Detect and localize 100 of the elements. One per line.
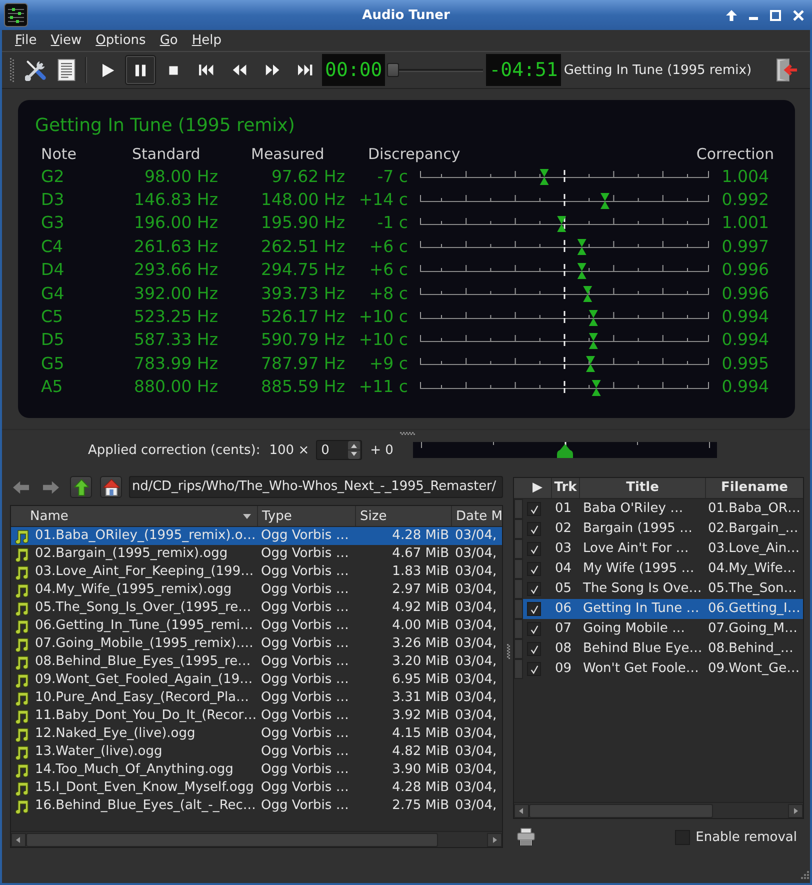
file-type: Ogg Vorbis … <box>260 545 350 563</box>
printer-icon[interactable] <box>517 828 535 846</box>
row-handle[interactable] <box>514 559 523 579</box>
toolbar-grip-icon[interactable] <box>10 58 14 82</box>
file-date: 03/04, <box>454 599 498 617</box>
scroll-right-icon[interactable] <box>788 804 803 818</box>
measured-frequency: 262.51 Hz <box>260 236 345 257</box>
row-handle[interactable] <box>514 579 523 599</box>
file-name: 11.Baby_Dont_You_Do_It_(Recor… <box>35 707 257 725</box>
checkbox[interactable] <box>527 562 541 576</box>
pause-button[interactable] <box>125 55 156 85</box>
row-handle[interactable] <box>514 519 523 539</box>
checkbox[interactable] <box>527 622 541 636</box>
checkbox[interactable] <box>527 522 541 536</box>
menu-item[interactable]: File <box>8 33 44 48</box>
minimize-icon[interactable] <box>749 16 758 20</box>
scroll-right-icon[interactable] <box>487 832 502 846</box>
maximize-icon[interactable] <box>770 10 781 20</box>
home-button[interactable] <box>100 476 122 498</box>
row-handle[interactable] <box>514 499 523 519</box>
file-row[interactable]: 08.Behind_Blue_Eyes_(1995_re… Ogg Vorbis … 3.20 MiB 03/04, <box>11 653 502 671</box>
checkbox[interactable] <box>527 542 541 556</box>
playlist-row[interactable]: 09 Won't Get Foole… 09.Wont_Ge… <box>514 659 803 679</box>
file-row[interactable]: 10.Pure_And_Easy_(Record_Pla… Ogg Vorbis … 3.31 MiB 03/04, <box>11 689 502 707</box>
scrollbar-thumb[interactable] <box>26 832 438 846</box>
file-row[interactable]: 16.Behind_Blue_Eyes_(alt_-_Rec… Ogg Vorbis … 2.75 MiB 03/04, <box>11 797 502 815</box>
measured-frequency: 97.62 Hz <box>271 166 345 187</box>
up-down-arrows-icon[interactable] <box>348 441 360 459</box>
file-row[interactable]: 07.Going_Mobile_(1995_remix).… Ogg Vorbis … 3.26 MiB 03/04, <box>11 635 502 653</box>
measured-frequency: 393.73 Hz <box>260 284 345 304</box>
playlist-row[interactable]: 05 The Song Is Ove… 05.The_Son… <box>514 579 803 599</box>
playlist-row[interactable]: 02 Bargain (1995 … 02.Bargain_… <box>514 519 803 539</box>
menu-item[interactable]: Options <box>88 33 153 48</box>
playlist-row[interactable]: 07 Going Mobile … 07.Going_M… <box>514 619 803 639</box>
file-row[interactable]: 01.Baba_ORiley_(1995_remix).o… Ogg Vorbis … 4.28 MiB 03/04, <box>11 527 502 545</box>
splitter-grip-icon[interactable] <box>400 432 414 435</box>
checkbox[interactable] <box>527 602 541 616</box>
playlist-row[interactable]: 04 My Wife (1995 … 04.My_Wife… <box>514 559 803 579</box>
playlist-row[interactable]: 03 Love Ain't For … 03.Love_Ain… <box>514 539 803 559</box>
file-type: Ogg Vorbis … <box>260 671 350 689</box>
checkbox[interactable] <box>527 642 541 656</box>
row-handle[interactable] <box>514 639 523 659</box>
row-handle[interactable] <box>514 539 523 559</box>
playlist-row[interactable]: 01 Baba O'Riley … 01.Baba_OR… <box>514 499 803 519</box>
column-header[interactable]: Type <box>257 506 355 526</box>
file-row[interactable]: 03.Love_Aint_For_Keeping_(199… Ogg Vorbis … 1.83 MiB 03/04, <box>11 563 502 581</box>
playlist-row[interactable]: 08 Behind Blue Eye… 08.Behind_… <box>514 639 803 659</box>
file-row[interactable]: 15.I_Dont_Even_Know_Myself.ogg Ogg Vorbis … 4.28 MiB 03/04, <box>11 779 502 797</box>
row-handle[interactable] <box>514 619 523 639</box>
column-header[interactable]: Size <box>355 506 451 526</box>
correction-factor: 0.994 <box>722 330 770 350</box>
path-field[interactable]: nd/CD_rips/Who/The_Who-Whos_Next_-_1995_Remaster/ <box>129 476 503 498</box>
resize-grip-icon[interactable] <box>799 871 809 881</box>
file-row[interactable]: 04.My_Wife_(1995_remix).ogg Ogg Vorbis … 2.97 MiB 03/04, <box>11 581 502 599</box>
slider-thumb[interactable] <box>387 63 400 77</box>
file-name: 09.Wont_Get_Fooled_Again_(19… <box>35 671 253 689</box>
arrow-up-icon[interactable] <box>726 10 737 20</box>
scroll-left-icon[interactable] <box>11 832 26 846</box>
playlist-row[interactable]: 06 Getting In Tune … 06.Getting_I… <box>514 599 803 619</box>
file-row[interactable]: 09.Wont_Get_Fooled_Again_(19… Ogg Vorbis … 6.95 MiB 03/04, <box>11 671 502 689</box>
track-title: My Wife (1995 … <box>582 560 696 578</box>
checkmark-icon <box>530 544 538 554</box>
checkbox[interactable] <box>527 582 541 596</box>
file-row[interactable]: 05.The_Song_Is_Over_(1995_re… Ogg Vorbis … 4.92 MiB 03/04, <box>11 599 502 617</box>
play-icon <box>100 62 115 78</box>
file-row[interactable]: 06.Getting_In_Tune_(1995_remi… Ogg Vorbis … 4.00 MiB 03/04, <box>11 617 502 635</box>
file-date: 03/04, <box>454 635 498 653</box>
scroll-left-icon[interactable] <box>514 804 529 818</box>
discrepancy-value: -1 c <box>377 213 408 234</box>
column-header[interactable]: Filename <box>705 478 803 498</box>
menu-item[interactable]: Help <box>184 33 229 48</box>
row-handle[interactable] <box>514 599 523 619</box>
column-header[interactable]: ▶ <box>514 478 551 498</box>
checkbox-label[interactable]: Enable removal <box>696 830 797 844</box>
up-button[interactable] <box>70 476 92 498</box>
file-row[interactable]: 14.Too_Much_Of_Anything.ogg Ogg Vorbis … 3.90 MiB 03/04, <box>11 761 502 779</box>
checkmark-icon <box>530 624 538 634</box>
file-row[interactable]: 11.Baby_Dont_You_Do_It_(Recor… Ogg Vorbis … 3.92 MiB 03/04, <box>11 707 502 725</box>
file-size: 2.75 MiB <box>392 797 450 815</box>
file-date: 03/04, <box>454 779 498 797</box>
column-header[interactable]: Trk <box>551 478 579 498</box>
column-header[interactable]: Title <box>579 478 705 498</box>
track-title: The Song Is Ove… <box>582 580 703 598</box>
menu-item[interactable]: View <box>44 33 89 48</box>
correction-factor: 0.992 <box>722 190 770 210</box>
row-handle[interactable] <box>514 659 523 679</box>
menu-item[interactable]: Go <box>152 33 185 48</box>
close-icon[interactable] <box>793 10 804 20</box>
checkbox[interactable] <box>527 662 541 676</box>
file-row[interactable]: 12.Naked_Eye_(live).ogg Ogg Vorbis … 4.15 MiB 03/04, <box>11 725 502 743</box>
file-row[interactable]: 02.Bargain_(1995_remix).ogg Ogg Vorbis … 4.67 MiB 03/04, <box>11 545 502 563</box>
column-header[interactable]: Name <box>11 506 257 526</box>
file-row[interactable]: 13.Water_(live).ogg Ogg Vorbis … 4.82 MiB 03/04, <box>11 743 502 761</box>
scrollbar-thumb[interactable] <box>529 804 713 818</box>
spin-field[interactable]: 0 <box>316 440 362 460</box>
column-header[interactable]: Date M <box>451 506 502 526</box>
standard-frequency: 783.99 Hz <box>134 354 218 374</box>
track-number: 08 <box>554 640 573 658</box>
splitter-grip-icon[interactable] <box>506 644 510 659</box>
checkbox[interactable] <box>527 502 541 516</box>
